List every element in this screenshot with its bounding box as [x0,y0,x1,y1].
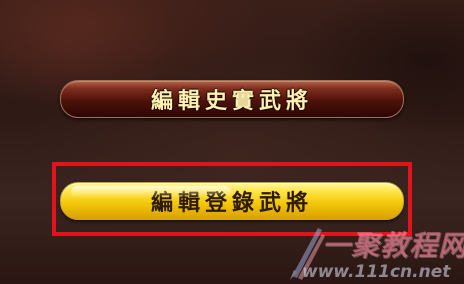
game-menu-screen: 編輯史實武將 編輯登錄武將 一聚教程网 www.111cn.net [0,0,464,284]
edit-registered-generals-label: 編輯登錄武將 [150,190,313,216]
edit-historical-generals-label: 編輯史實武將 [150,88,313,114]
watermark-url: www.111cn.net [302,262,451,282]
site-watermark: 一聚教程网 www.111cn.net [288,222,464,284]
watermark-site-name: 一聚教程网 [322,229,464,262]
edit-registered-generals-button[interactable]: 編輯登錄武將 [60,182,404,220]
edit-historical-generals-button[interactable]: 編輯史實武將 [60,80,404,118]
